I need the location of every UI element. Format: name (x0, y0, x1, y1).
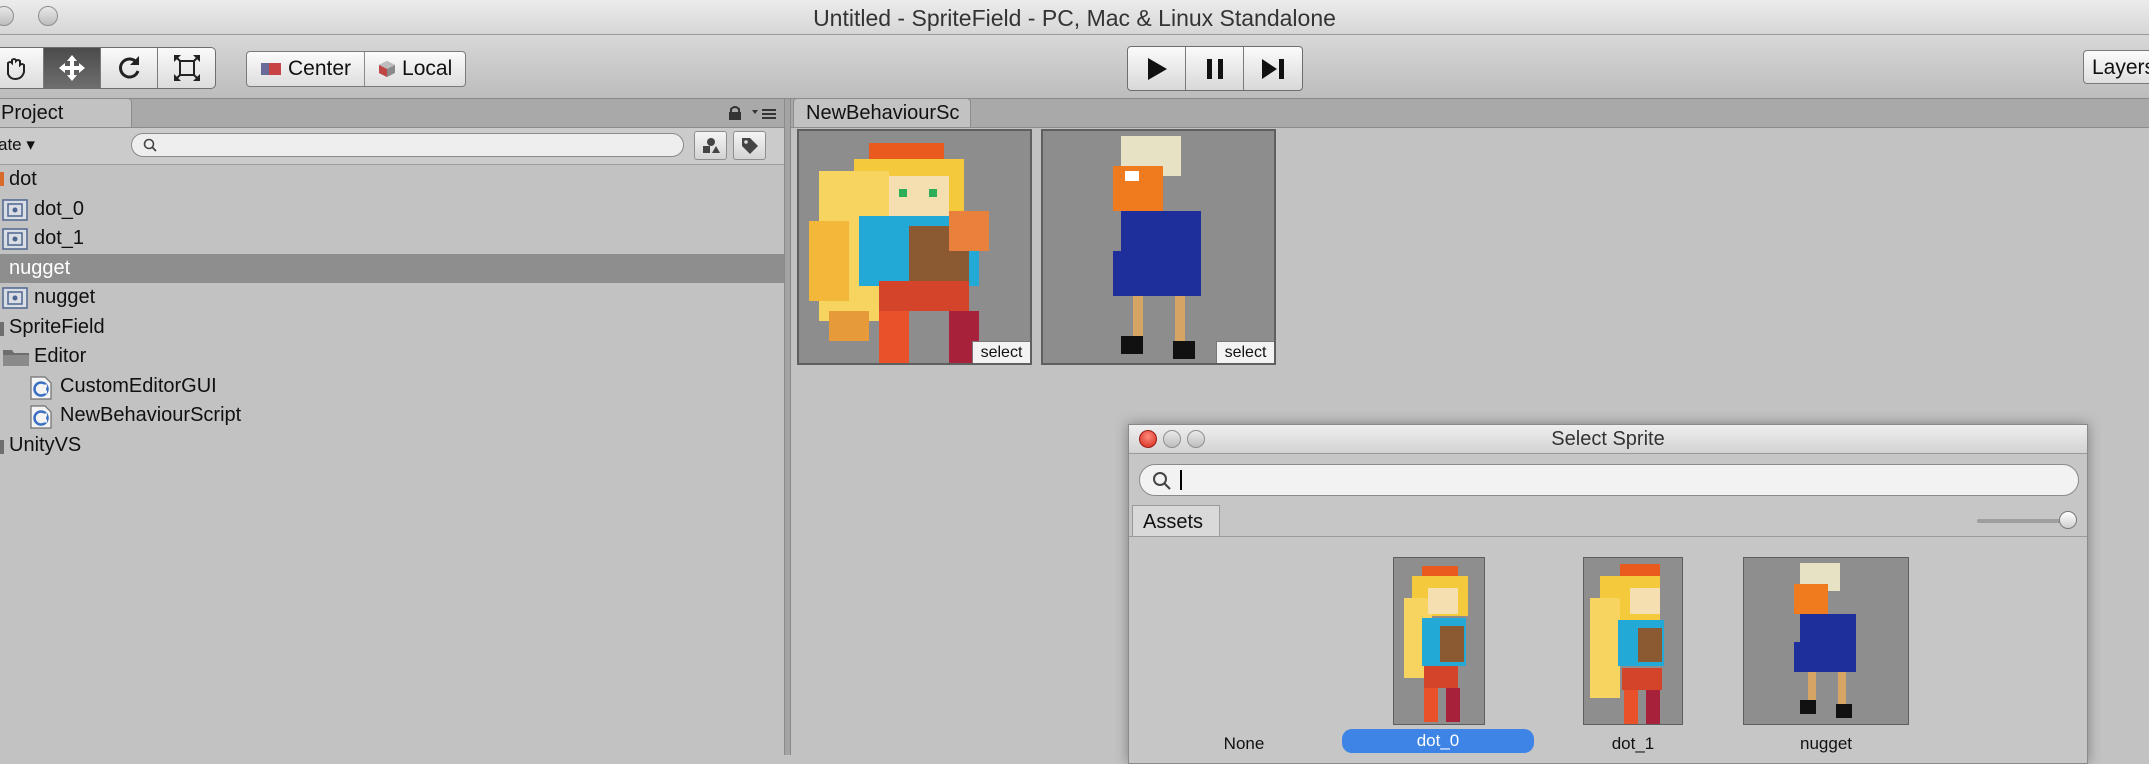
tree-item-label: nugget (9, 256, 71, 279)
sprite-option-dot1-label[interactable]: dot_1 (1583, 734, 1683, 754)
tree-item[interactable]: UnityVS (0, 431, 784, 461)
project-tab-bar: Project (0, 98, 784, 128)
play-icon (1147, 57, 1167, 80)
select-sprite-dialog: Select Sprite Assets None dot_0 dot_1 nu… (1128, 424, 2088, 764)
tree-item-label: CustomEditorGUI (60, 374, 217, 397)
move-icon (59, 55, 85, 81)
tree-item-label: dot_0 (34, 197, 85, 220)
step-icon (1262, 58, 1284, 79)
tree-item[interactable]: dot_1 (0, 224, 784, 254)
search-by-label-button[interactable] (733, 131, 766, 160)
tree-item[interactable]: NewBehaviourScript (0, 401, 784, 431)
scale-icon (173, 55, 200, 81)
sprite-icon (2, 228, 28, 250)
project-tree: dot dot_0 dot_1 nugget nugget SpriteFiel… (0, 165, 784, 460)
pivot-center-button[interactable]: Center (247, 52, 366, 86)
tree-item-label: NewBehaviourScript (60, 404, 242, 426)
pivot-local-button[interactable]: Local (365, 52, 465, 86)
panel-menu-icon[interactable] (752, 108, 778, 120)
tag-icon (741, 137, 758, 154)
search-icon (1153, 472, 1171, 490)
play-button[interactable] (1128, 47, 1186, 90)
pivot-toggle-group: Center Local (246, 51, 467, 87)
sprite-option-none[interactable]: None (1209, 734, 1279, 754)
girl-sprite-image (799, 131, 1030, 363)
pivot-center-label: Center (288, 57, 352, 80)
tree-item-label: Editor (34, 345, 87, 367)
folder-icon (0, 321, 4, 336)
transform-tools (0, 47, 216, 89)
folder-icon (3, 350, 29, 366)
girl-sprite-alt-image (1584, 558, 1682, 724)
rotate-tool-button[interactable] (101, 48, 158, 88)
tab-project[interactable]: Project (0, 98, 132, 127)
step-button[interactable] (1244, 47, 1302, 90)
sprite-search-input[interactable] (1139, 464, 2079, 496)
project-panel: Project ate ▾ dot dot_0 dot_1 nugget nug… (0, 98, 784, 755)
lock-icon[interactable] (728, 105, 742, 121)
sprite-slot-nugget[interactable]: select (1041, 129, 1276, 365)
sprite-sheet-icon (0, 172, 4, 186)
tree-item-label: nugget (34, 286, 96, 308)
sprite-option-dot1-thumb[interactable] (1583, 557, 1683, 725)
tree-item-label: UnityVS (9, 433, 82, 456)
scale-tool-button[interactable] (158, 48, 215, 88)
create-dropdown[interactable]: ate ▾ (0, 131, 35, 159)
dialog-title-bar: Select Sprite (1129, 425, 2087, 454)
sprite-option-nugget-thumb[interactable] (1743, 557, 1909, 725)
dialog-title: Select Sprite (1551, 428, 1665, 450)
nugget-sprite-image (1043, 131, 1274, 363)
tab-assets[interactable]: Assets (1132, 505, 1220, 537)
sprite-icon (2, 287, 28, 309)
dialog-divider (1129, 536, 2087, 537)
layers-dropdown[interactable]: Layers (2083, 50, 2149, 84)
pivot-local-label: Local (402, 57, 453, 80)
csharp-script-icon (30, 375, 52, 400)
behaviour-tab-bar: NewBehaviourSc (791, 98, 2149, 128)
tree-item[interactable]: CustomEditorGUI (0, 372, 784, 402)
tree-item-label: dot (9, 168, 37, 190)
nugget-sprite-image (1744, 558, 1908, 724)
sprite-icon (2, 198, 28, 221)
tab-new-behaviour-script[interactable]: NewBehaviourSc (793, 98, 971, 127)
hand-tool-button[interactable] (0, 48, 44, 88)
project-search-input[interactable] (131, 133, 684, 157)
pause-icon (1206, 58, 1223, 79)
folder-icon (0, 439, 4, 454)
local-cube-icon (379, 61, 396, 77)
tree-item-selected[interactable]: nugget (0, 253, 784, 283)
csharp-script-icon (30, 405, 52, 429)
tree-item[interactable]: Editor (0, 342, 784, 372)
tree-item[interactable]: nugget (0, 283, 784, 313)
tree-item[interactable]: SpriteField (0, 313, 784, 343)
select-button[interactable]: select (1216, 341, 1274, 363)
playback-controls (1127, 46, 1303, 91)
zoom-slider-handle[interactable] (2059, 511, 2077, 529)
tree-item[interactable]: dot_0 (0, 195, 784, 225)
sprite-slot-dot0[interactable]: select (797, 129, 1032, 365)
move-tool-button[interactable] (44, 48, 101, 88)
project-toolbar: ate ▾ (0, 128, 784, 165)
search-by-type-button[interactable] (694, 131, 727, 160)
search-icon (143, 138, 157, 152)
window-title-bar: Untitled - SpriteField - PC, Mac & Linux… (0, 0, 2149, 35)
text-caret (1180, 470, 1182, 490)
tree-item-label: SpriteField (9, 315, 105, 338)
girl-sprite-image (1394, 558, 1484, 724)
tree-item-label: dot_1 (34, 227, 85, 249)
window-title: Untitled - SpriteField - PC, Mac & Linux… (813, 5, 1336, 31)
sprite-option-dot0-label[interactable]: dot_0 (1342, 729, 1534, 753)
main-toolbar: Center Local Layers (0, 35, 2149, 99)
rotate-icon (119, 56, 140, 79)
sprite-option-nugget-label[interactable]: nugget (1743, 734, 1909, 754)
tree-item[interactable]: dot (0, 165, 784, 195)
sprite-option-dot0-thumb[interactable] (1393, 557, 1485, 725)
select-button[interactable]: select (972, 341, 1030, 363)
pause-button[interactable] (1186, 47, 1244, 90)
pivot-center-icon (261, 63, 281, 75)
panel-splitter[interactable] (784, 99, 791, 755)
shapes-icon (702, 137, 720, 153)
hand-icon (7, 58, 25, 81)
